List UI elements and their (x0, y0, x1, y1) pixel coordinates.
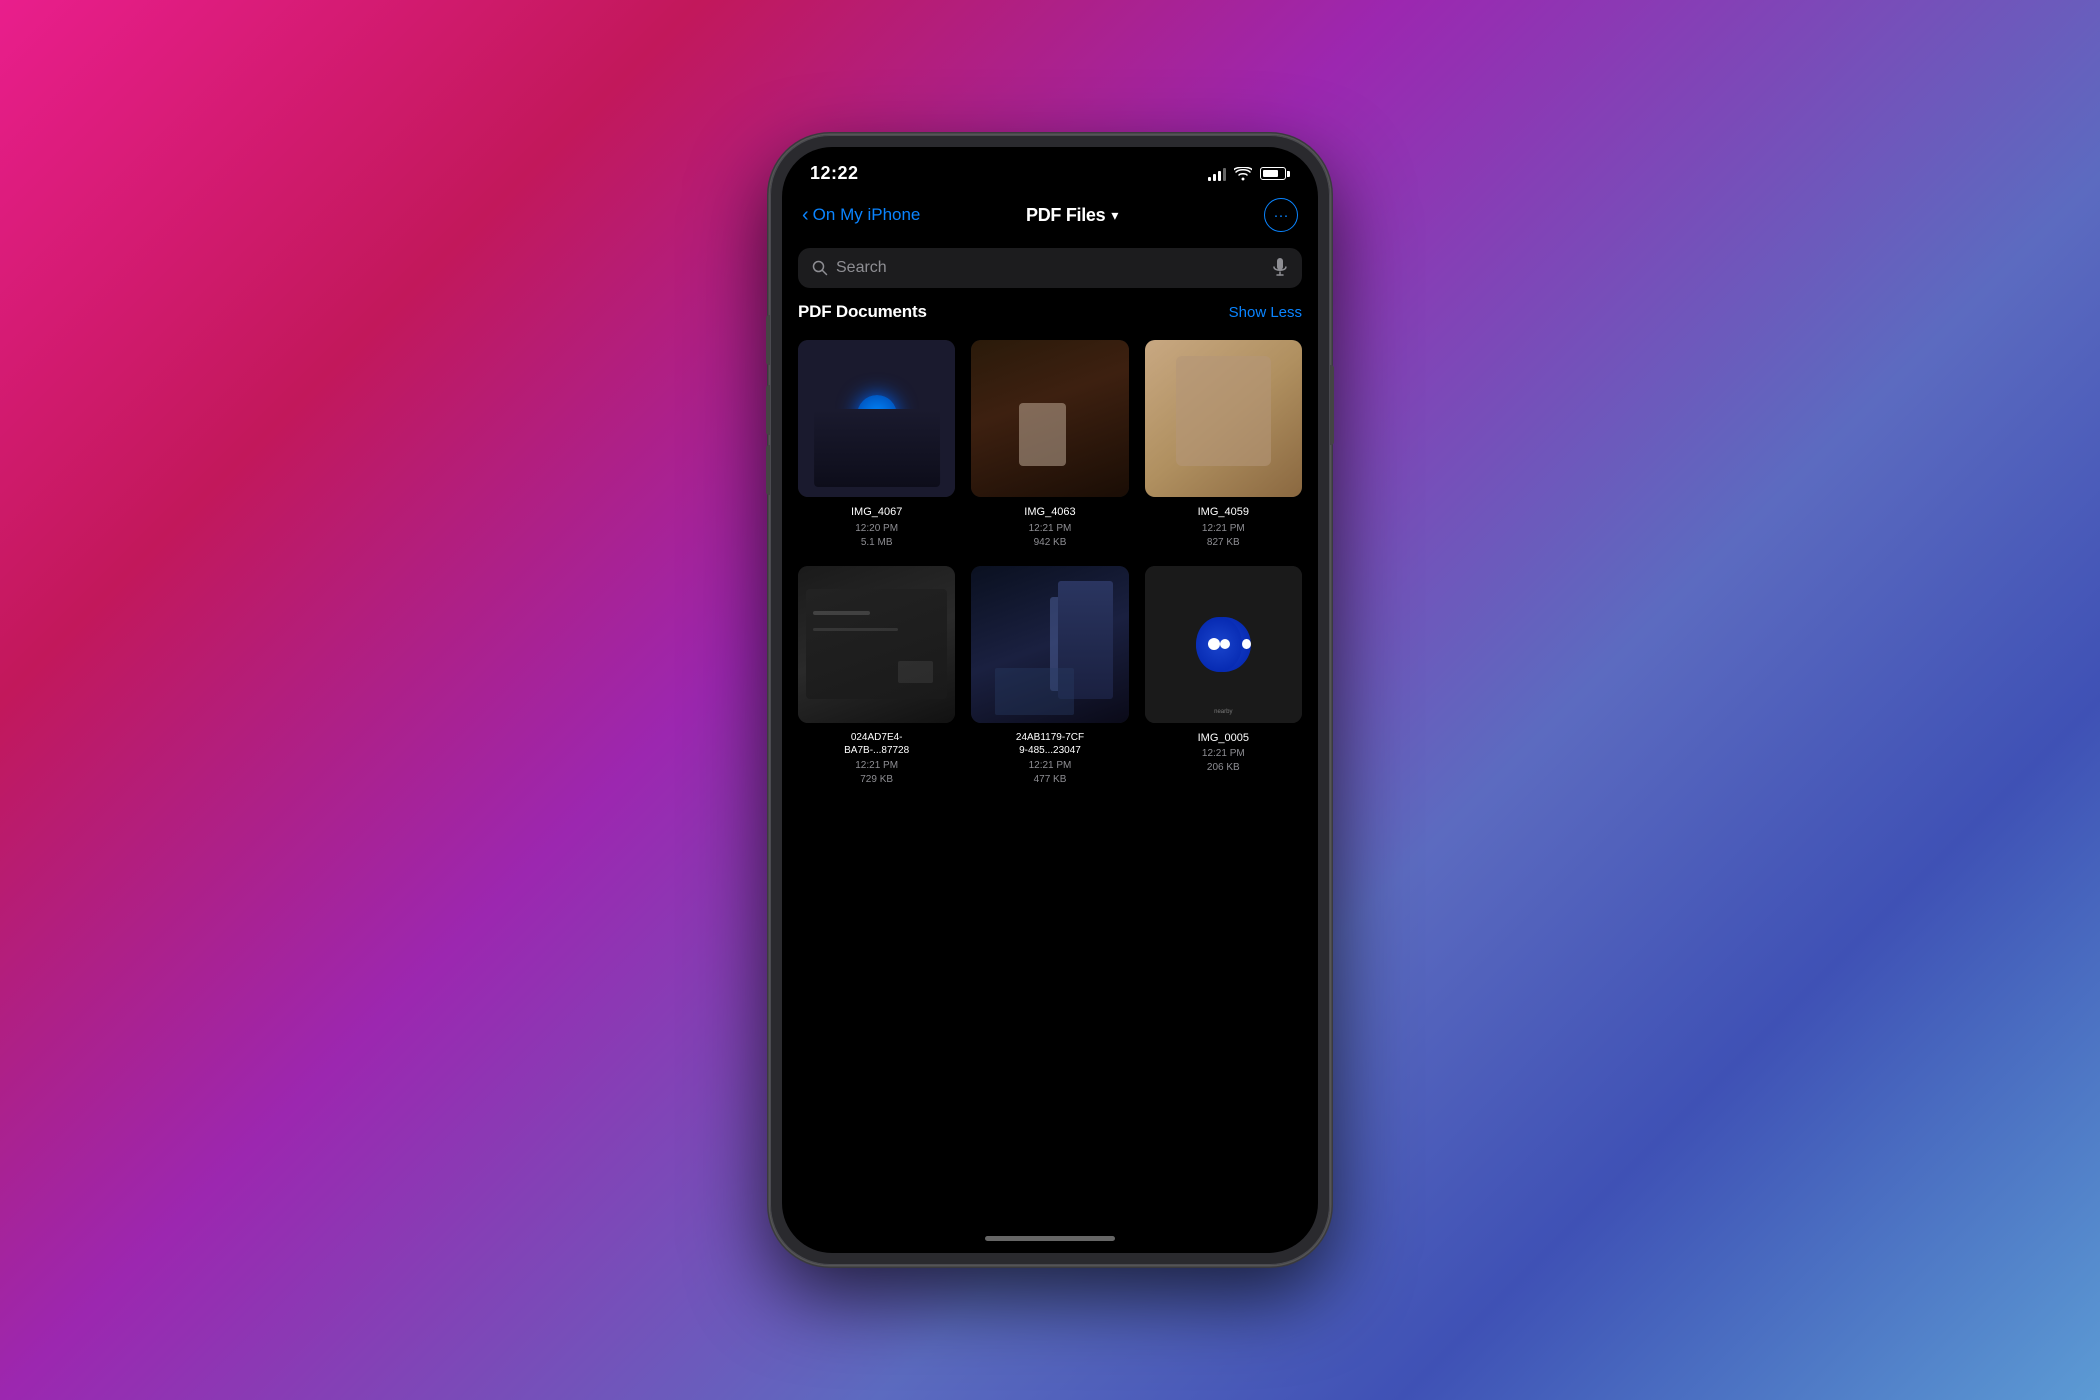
file-item[interactable]: IMG_4059 12:21 PM 827 KB (1145, 340, 1302, 550)
nav-title-chevron-icon[interactable]: ▾ (1111, 207, 1118, 224)
home-indicator (782, 1223, 1318, 1253)
section-header: PDF Documents Show Less (798, 302, 1302, 322)
battery-icon (1260, 167, 1290, 180)
file-thumbnail: nearby (1145, 566, 1302, 723)
file-name: IMG_4059 (1198, 505, 1249, 519)
file-thumbnail (1145, 340, 1302, 497)
file-time: 12:21 PM (855, 759, 898, 773)
file-item[interactable]: nearby IMG_0005 12:21 PM 206 KB (1145, 566, 1302, 787)
file-time: 12:21 PM (1029, 522, 1072, 536)
nav-bar: ‹ On My iPhone PDF Files ▾ ··· (782, 192, 1318, 244)
thumbnail-image-4063 (971, 340, 1128, 497)
file-size: 827 KB (1207, 536, 1240, 550)
search-icon (812, 260, 828, 276)
file-name: 24AB1179-7CF9-485...23047 (1016, 731, 1084, 757)
status-icons (1208, 167, 1290, 181)
thumbnail-image-uuid1 (798, 566, 955, 723)
file-size: 5.1 MB (861, 536, 893, 550)
file-item[interactable]: 24AB1179-7CF9-485...23047 12:21 PM 477 K… (971, 566, 1128, 787)
thumbnail-image-uuid2 (971, 566, 1128, 723)
file-size: 729 KB (860, 773, 893, 787)
file-size: 942 KB (1034, 536, 1067, 550)
home-bar (985, 1236, 1115, 1241)
dynamic-island (990, 161, 1110, 195)
file-thumbnail (971, 340, 1128, 497)
files-grid: IMG_4067 12:20 PM 5.1 MB IMG_4063 12:21 … (798, 340, 1302, 787)
back-chevron-icon: ‹ (802, 205, 809, 225)
more-icon: ··· (1273, 207, 1288, 224)
file-item[interactable]: IMG_4063 12:21 PM 942 KB (971, 340, 1128, 550)
file-time: 12:21 PM (1202, 747, 1245, 761)
thumbnail-image-4067 (798, 340, 955, 497)
nav-title-wrap: PDF Files ▾ (1026, 205, 1118, 226)
file-name: IMG_4067 (851, 505, 902, 519)
microphone-icon[interactable] (1272, 258, 1288, 278)
file-name: IMG_0005 (1198, 731, 1249, 745)
back-button[interactable]: ‹ On My iPhone (802, 205, 920, 225)
file-item[interactable]: IMG_4067 12:20 PM 5.1 MB (798, 340, 955, 550)
file-size: 206 KB (1207, 761, 1240, 775)
search-bar[interactable]: Search (798, 248, 1302, 288)
file-item[interactable]: 024AD7E4-BA7B-...87728 12:21 PM 729 KB (798, 566, 955, 787)
file-name: IMG_4063 (1024, 505, 1075, 519)
more-options-button[interactable]: ··· (1264, 198, 1298, 232)
show-less-button[interactable]: Show Less (1229, 304, 1302, 321)
nav-title: PDF Files (1026, 205, 1105, 226)
phone-screen: 12:22 (782, 147, 1318, 1253)
file-time: 12:20 PM (855, 522, 898, 536)
signal-icon (1208, 167, 1226, 181)
wifi-icon (1234, 167, 1252, 181)
file-size: 477 KB (1034, 773, 1067, 787)
content-area: PDF Documents Show Less IMG_4067 12:20 P… (782, 302, 1318, 1223)
status-time: 12:22 (810, 163, 859, 184)
file-thumbnail (798, 566, 955, 723)
section-title: PDF Documents (798, 302, 927, 322)
back-label: On My iPhone (813, 205, 921, 225)
file-name: 024AD7E4-BA7B-...87728 (844, 731, 909, 757)
file-thumbnail (971, 566, 1128, 723)
thumbnail-image-4059 (1145, 340, 1302, 497)
thumbnail-image-0005: nearby (1145, 566, 1302, 723)
file-time: 12:21 PM (1029, 759, 1072, 773)
file-time: 12:21 PM (1202, 522, 1245, 536)
search-placeholder: Search (836, 259, 1264, 277)
phone-frame: 12:22 (770, 135, 1330, 1265)
file-thumbnail (798, 340, 955, 497)
